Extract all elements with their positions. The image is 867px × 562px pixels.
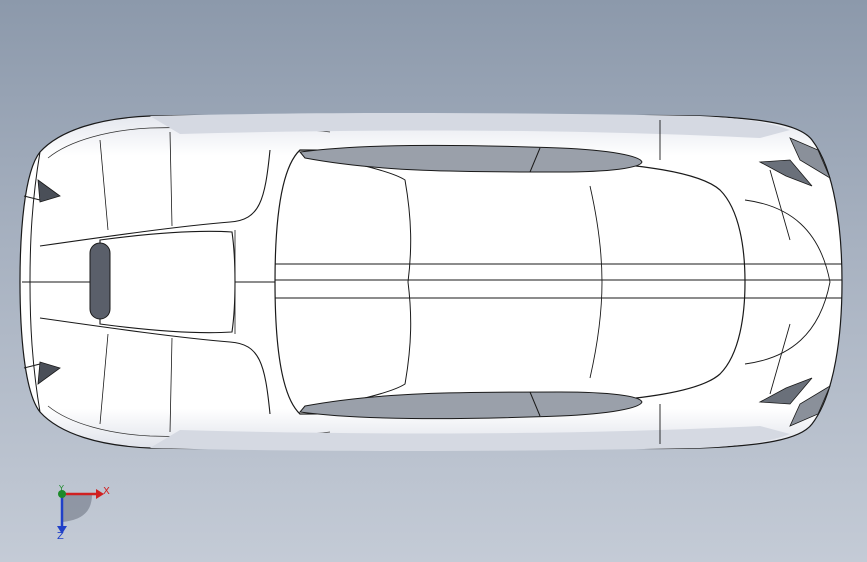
car-model-top-view[interactable] [0,0,867,562]
triad-shadow [62,494,92,522]
y-axis-label: Y [59,484,64,493]
hood-scoop [99,230,236,334]
cabin-roof [274,149,746,415]
z-axis-label: Z [57,531,64,542]
graphics-viewport[interactable]: X Y Z [0,0,867,562]
hood-scoop-vent [89,242,111,320]
x-axis-label: X [103,486,110,497]
